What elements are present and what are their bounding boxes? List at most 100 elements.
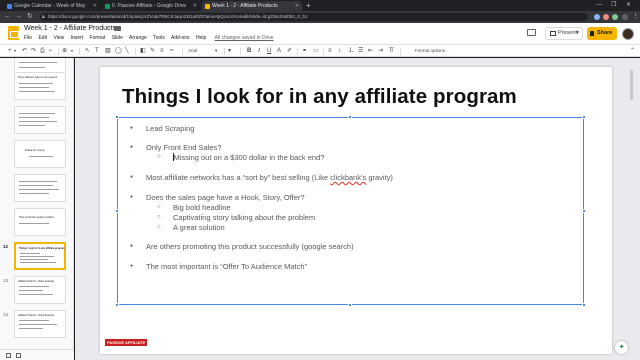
slide-thumbnail[interactable]: Affiliate Products - Niche Example	[14, 310, 66, 338]
resize-handle[interactable]	[115, 209, 119, 213]
vertical-scrollbar[interactable]	[628, 58, 634, 348]
menu-addons[interactable]: Add-ons	[171, 35, 190, 41]
misspelled-word[interactable]: clickbank’s	[330, 173, 366, 182]
menu-file[interactable]: File	[24, 35, 32, 41]
slide-title[interactable]: Things I look for in any affiliate progr…	[122, 85, 517, 109]
minimize-icon[interactable]: —	[596, 0, 602, 11]
new-slide-icon[interactable]: +	[8, 45, 12, 57]
resize-handle[interactable]	[582, 209, 586, 213]
paint-format-icon[interactable]: ⌐	[49, 45, 53, 57]
menu-arrange[interactable]: Arrange	[129, 35, 147, 41]
decrease-indent-icon[interactable]: ⇤	[368, 45, 373, 57]
avatar[interactable]	[622, 28, 634, 40]
slide-thumbnail[interactable]: Some different ways to do research	[14, 72, 66, 100]
scrollbar-thumb[interactable]	[630, 70, 633, 100]
font-family-select[interactable]: Arial	[188, 45, 197, 57]
font-size-select[interactable]: ▾	[228, 45, 231, 57]
bold-icon[interactable]: B	[247, 45, 251, 57]
reload-icon[interactable]: ↻	[27, 11, 33, 23]
resize-handle[interactable]	[115, 115, 119, 119]
chevron-down-icon[interactable]: ▾	[576, 28, 579, 39]
list-view-icon[interactable]	[16, 353, 21, 358]
share-button[interactable]: Share	[587, 27, 617, 40]
extension-icon[interactable]	[594, 14, 600, 20]
close-tab-icon[interactable]: ✕	[193, 1, 197, 11]
close-tab-icon[interactable]: ✕	[295, 1, 299, 11]
slide-thumbnail[interactable]	[14, 106, 66, 134]
back-icon[interactable]: ←	[4, 11, 11, 23]
extension-icon[interactable]	[612, 14, 618, 20]
browser-tab-slides[interactable]: Week 1 - 2 - Affiliate Products ✕	[202, 1, 302, 11]
close-tab-icon[interactable]: ✕	[93, 1, 97, 11]
resize-handle[interactable]	[582, 303, 586, 307]
new-tab-button[interactable]: +	[306, 0, 311, 11]
slide-thumbnail-selected[interactable]: Things I look for in any affiliate progr…	[14, 242, 66, 270]
explore-icon[interactable]: ✦	[615, 341, 628, 354]
link-icon[interactable]: ⚭	[302, 45, 307, 57]
undo-icon[interactable]: ↶	[22, 45, 27, 57]
chevron-down-icon[interactable]: ▾	[14, 45, 16, 57]
shape-icon[interactable]: ◯	[115, 45, 122, 57]
forward-icon[interactable]: →	[15, 11, 22, 23]
border-weight-icon[interactable]: ≡	[160, 45, 164, 57]
menu-insert[interactable]: Insert	[71, 35, 84, 41]
menu-help[interactable]: Help	[196, 35, 206, 41]
format-options-button[interactable]: Format options...	[415, 45, 449, 57]
menu-format[interactable]: Format	[90, 35, 106, 41]
chevron-down-icon[interactable]: ▾	[71, 45, 73, 57]
comments-icon[interactable]	[527, 29, 536, 36]
numbered-list-icon[interactable]: ⒈	[348, 45, 354, 57]
textbox-icon[interactable]: T	[95, 45, 99, 57]
folder-icon[interactable]	[114, 26, 121, 31]
underline-icon[interactable]: U	[267, 45, 271, 57]
extension-icon[interactable]	[603, 14, 609, 20]
slide-thumbnail[interactable]: How to find the people to follow	[14, 208, 66, 236]
add-comment-icon[interactable]: ▭	[313, 45, 319, 57]
slides-logo-icon[interactable]	[8, 26, 19, 40]
image-icon[interactable]: ▨	[105, 45, 111, 57]
align-icon[interactable]: ≡	[328, 45, 332, 57]
slide-thumbnail[interactable]	[14, 174, 66, 202]
grid-view-icon[interactable]	[6, 353, 11, 358]
maximize-icon[interactable]: ❐	[611, 0, 616, 11]
profile-icon[interactable]	[622, 14, 628, 20]
italic-icon[interactable]: I	[258, 45, 260, 57]
line-icon[interactable]: ╲	[125, 45, 129, 57]
resize-handle[interactable]	[115, 303, 119, 307]
browser-tab-calendar[interactable]: Google Calendar - Week of May ✕	[4, 1, 100, 11]
menu-edit[interactable]: Edit	[38, 35, 47, 41]
zoom-icon[interactable]: ⊕	[62, 45, 67, 57]
menu-slide[interactable]: Slide	[112, 35, 123, 41]
increase-indent-icon[interactable]: ⇥	[378, 45, 383, 57]
browser-menu-icon[interactable]: ⋮	[632, 11, 639, 23]
slide[interactable]: Things I look for in any affiliate progr…	[100, 67, 612, 354]
line-spacing-icon[interactable]: ↕	[338, 45, 341, 57]
body-textbox[interactable]: Lead Scraping Only Front End Sales? Miss…	[115, 115, 586, 307]
present-button[interactable]: Present ▾	[545, 27, 583, 40]
text-color-icon[interactable]: A	[277, 45, 281, 57]
document-title[interactable]: Week 1 - 2 - Affiliate Products	[24, 25, 116, 32]
fill-color-icon[interactable]: ◧	[140, 45, 146, 57]
border-dash-icon[interactable]: ┅	[170, 45, 174, 57]
menu-view[interactable]: View	[53, 35, 64, 41]
star-icon[interactable]: ☆	[106, 25, 111, 32]
browser-tab-drive[interactable]: 0. Passive Affiliate - Google Drive ✕	[102, 1, 200, 11]
print-icon[interactable]: ⎙	[40, 45, 45, 57]
resize-handle[interactable]	[582, 115, 586, 119]
resize-handle[interactable]	[348, 115, 352, 119]
url-input[interactable]: 🔒︎ https://docs.google.com/presentation/…	[40, 13, 588, 21]
bulleted-list-icon[interactable]: ☰	[358, 45, 363, 57]
slide-thumbnail[interactable]: Affiliate Products - Niche Example	[14, 276, 66, 304]
close-window-icon[interactable]: ✕	[626, 0, 631, 11]
menu-tools[interactable]: Tools	[153, 35, 165, 41]
chevron-down-icon[interactable]: ▾	[215, 45, 217, 57]
clear-formatting-icon[interactable]: T̸	[389, 45, 393, 57]
redo-icon[interactable]: ↷	[31, 45, 36, 57]
border-color-icon[interactable]: ✎	[150, 45, 155, 57]
resize-handle[interactable]	[348, 303, 352, 307]
highlight-icon[interactable]: ✐	[287, 45, 292, 57]
slide-thumbnail[interactable]: Follow the money	[14, 140, 66, 168]
collapse-toolbar-icon[interactable]: ⌃	[630, 45, 635, 57]
select-cursor-icon[interactable]: ↖	[85, 45, 90, 57]
save-status[interactable]: All changes saved in Drive	[215, 35, 274, 41]
